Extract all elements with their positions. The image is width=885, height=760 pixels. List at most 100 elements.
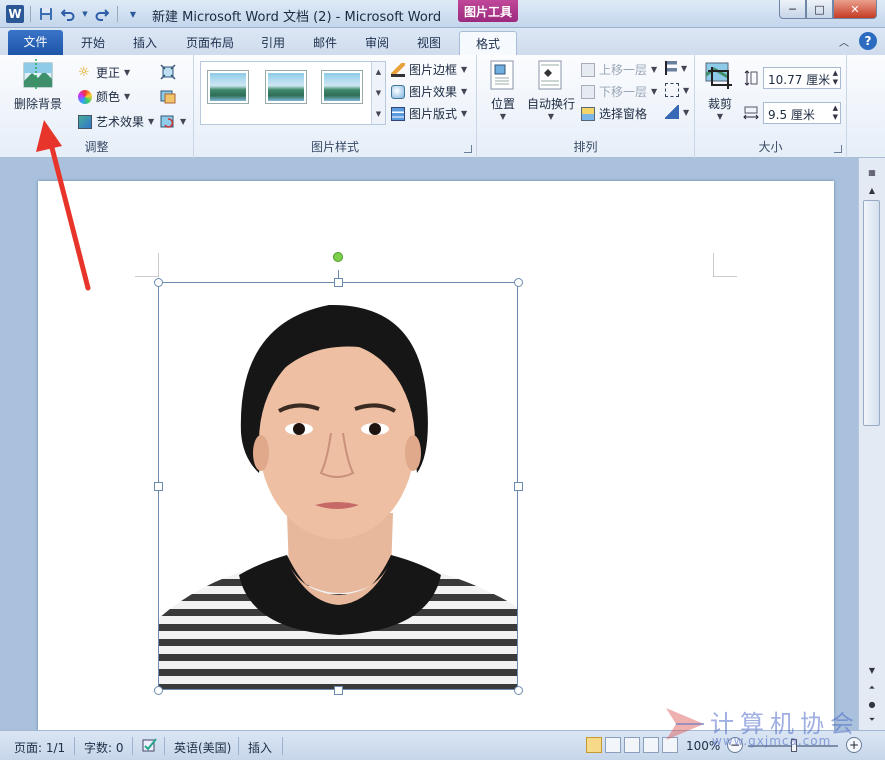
ruler-toggle-icon[interactable]: ▦: [863, 164, 881, 180]
window-controls: ─ □ ✕: [779, 0, 877, 19]
proofing-icon[interactable]: [142, 737, 158, 756]
align-button[interactable]: ▼: [665, 61, 687, 75]
width-input[interactable]: 9.5 厘米 ▲ ▼: [763, 102, 841, 124]
picture-effects-button[interactable]: 图片效果 ▼: [391, 83, 467, 100]
picture-style-thumb[interactable]: [207, 70, 249, 104]
draft-view-icon[interactable]: [662, 737, 678, 753]
next-page-icon[interactable]: ⏷: [863, 712, 881, 728]
resize-handle-top-left[interactable]: [154, 278, 163, 287]
picture-layout-button[interactable]: 图片版式 ▼: [391, 105, 467, 122]
crop-label: 裁剪: [707, 97, 732, 111]
dialog-launcher-icon[interactable]: [464, 145, 472, 153]
picture-border-button[interactable]: 图片边框 ▼: [391, 61, 467, 78]
pencil-icon: [391, 62, 405, 77]
artistic-effects-label: 艺术效果: [96, 115, 145, 129]
language-indicator[interactable]: 英语(美国): [174, 739, 231, 756]
full-screen-reading-view-icon[interactable]: [605, 737, 621, 753]
window-title: 新建 Microsoft Word 文档 (2) - Microsoft Wor…: [152, 10, 442, 25]
status-separator: [132, 737, 133, 755]
rotate-button[interactable]: ▼: [665, 105, 689, 119]
browse-object-icon[interactable]: ●: [863, 696, 881, 712]
maximize-button[interactable]: □: [806, 0, 833, 19]
compress-pictures-button[interactable]: [160, 64, 176, 80]
wrap-text-button[interactable]: 自动换行 ▼: [525, 59, 577, 121]
word-count[interactable]: 字数: 0: [84, 739, 124, 756]
gallery-up-icon[interactable]: ▲: [376, 68, 381, 76]
ribbon: 删除背景 ☼ 更正 ▼ 颜色 ▼ 艺术效果 ▼ ▼ 调整 ▲ ▼ ▼ 图片边框 …: [0, 55, 885, 158]
page-count[interactable]: 页面: 1/1: [14, 739, 65, 756]
tab-insert[interactable]: 插入: [122, 31, 168, 55]
resize-handle-bottom-left[interactable]: [154, 686, 163, 695]
tab-references[interactable]: 引用: [250, 31, 296, 55]
close-button[interactable]: ✕: [833, 0, 877, 19]
undo-dropdown-icon[interactable]: ▼: [81, 5, 89, 23]
save-icon[interactable]: [37, 5, 55, 23]
height-input[interactable]: 10.77 厘米 ▲ ▼: [763, 67, 841, 89]
change-picture-button[interactable]: [160, 88, 176, 104]
customize-qat-icon[interactable]: ▼: [124, 5, 142, 23]
selection-pane-button[interactable]: 选择窗格: [581, 105, 647, 122]
web-layout-view-icon[interactable]: [624, 737, 640, 753]
tab-file[interactable]: 文件: [8, 30, 63, 55]
zoom-out-button[interactable]: −: [727, 737, 743, 753]
width-spinner-icon[interactable]: ▲ ▼: [833, 104, 838, 122]
height-value: 10.77 厘米: [768, 73, 831, 87]
tab-home[interactable]: 开始: [70, 31, 116, 55]
reset-picture-button[interactable]: ▼: [160, 113, 186, 129]
color-button[interactable]: 颜色 ▼: [78, 88, 130, 105]
insert-mode-indicator[interactable]: 插入: [248, 739, 272, 756]
chevron-down-icon: ▼: [461, 109, 468, 118]
tab-review[interactable]: 审阅: [354, 31, 400, 55]
crop-icon: [705, 62, 732, 89]
send-backward-button[interactable]: 下移一层 ▼: [581, 83, 657, 100]
minimize-ribbon-icon[interactable]: ︿: [839, 34, 849, 49]
resize-handle-top-right[interactable]: [514, 278, 523, 287]
resize-handle-right[interactable]: [514, 482, 523, 491]
outline-view-icon[interactable]: [643, 737, 659, 753]
undo-icon[interactable]: [59, 5, 77, 23]
crop-button[interactable]: 裁剪 ▼: [703, 59, 737, 121]
corrections-button[interactable]: ☼ 更正 ▼: [78, 64, 130, 81]
resize-handle-bottom[interactable]: [334, 686, 343, 695]
redo-icon[interactable]: [93, 5, 111, 23]
scrollbar-thumb[interactable]: [863, 200, 880, 426]
width-icon: [743, 105, 759, 121]
resize-handle-top[interactable]: [334, 278, 343, 287]
remove-background-button[interactable]: 删除背景: [10, 59, 66, 112]
zoom-in-button[interactable]: +: [846, 737, 862, 753]
previous-page-icon[interactable]: ⏶: [863, 680, 881, 696]
rotate-handle[interactable]: [333, 252, 343, 262]
help-icon[interactable]: ?: [859, 32, 877, 50]
resize-handle-bottom-right[interactable]: [514, 686, 523, 695]
resize-handle-left[interactable]: [154, 482, 163, 491]
tab-view[interactable]: 视图: [406, 31, 452, 55]
height-spinner-icon[interactable]: ▲ ▼: [833, 69, 838, 87]
group-objects-button[interactable]: ▼: [665, 83, 689, 97]
word-logo-icon[interactable]: W: [6, 5, 24, 23]
document-page[interactable]: [38, 181, 834, 741]
dialog-launcher-icon[interactable]: [834, 145, 842, 153]
scroll-up-icon[interactable]: ▲: [863, 182, 881, 198]
zoom-level[interactable]: 100%: [686, 739, 720, 753]
vertical-scrollbar[interactable]: ▦ ▲ ▼ ⏶ ● ⏷: [858, 158, 885, 730]
selected-photo[interactable]: [158, 282, 518, 690]
scroll-down-icon[interactable]: ▼: [863, 662, 881, 678]
artistic-effects-button[interactable]: 艺术效果 ▼: [78, 113, 154, 130]
zoom-slider-knob[interactable]: [791, 739, 797, 752]
quick-access-toolbar: W ▼ ▼: [6, 4, 142, 24]
tab-format[interactable]: 格式: [459, 31, 517, 55]
thumb-image: [210, 73, 246, 101]
gallery-down-icon[interactable]: ▼: [376, 89, 381, 97]
bring-forward-button[interactable]: 上移一层 ▼: [581, 61, 657, 78]
position-button[interactable]: 位置 ▼: [487, 59, 519, 121]
print-layout-view-icon[interactable]: [586, 737, 602, 753]
group-size: 裁剪 ▼ 10.77 厘米 ▲ ▼ 9.5 厘米 ▲ ▼ 大小: [695, 55, 847, 158]
gallery-more-icon[interactable]: ▼: [376, 110, 381, 118]
tab-mailings[interactable]: 邮件: [302, 31, 348, 55]
gallery-scroll[interactable]: ▲ ▼ ▼: [371, 62, 385, 124]
picture-style-thumb[interactable]: [265, 70, 307, 104]
tab-page-layout[interactable]: 页面布局: [178, 31, 242, 55]
chevron-down-icon: ▼: [547, 112, 555, 121]
minimize-button[interactable]: ─: [779, 0, 806, 19]
picture-style-thumb[interactable]: [321, 70, 363, 104]
